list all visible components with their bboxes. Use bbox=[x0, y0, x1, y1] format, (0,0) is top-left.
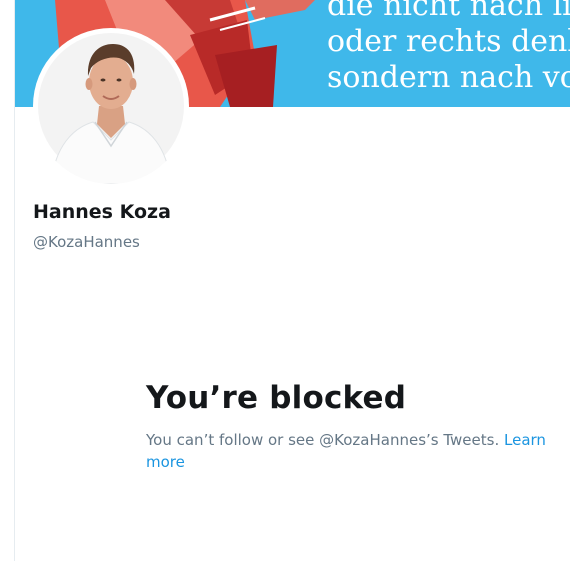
avatar[interactable] bbox=[33, 28, 189, 184]
banner-line: sondern nach vo bbox=[327, 60, 570, 95]
profile-display-name: Hannes Koza bbox=[33, 201, 171, 223]
blocked-message-text: You can’t follow or see @KozaHannes’s Tw… bbox=[146, 431, 500, 449]
banner-text: die nicht nach li oder rechts denk sonde… bbox=[327, 0, 570, 96]
profile-handle: @KozaHannes bbox=[33, 233, 140, 251]
banner-line: oder rechts denk bbox=[327, 24, 570, 59]
blocked-title: You’re blocked bbox=[146, 380, 407, 416]
blocked-message: You can’t follow or see @KozaHannes’s Tw… bbox=[146, 429, 556, 473]
banner-line: die nicht nach li bbox=[327, 0, 570, 23]
avatar-photo bbox=[38, 33, 184, 184]
